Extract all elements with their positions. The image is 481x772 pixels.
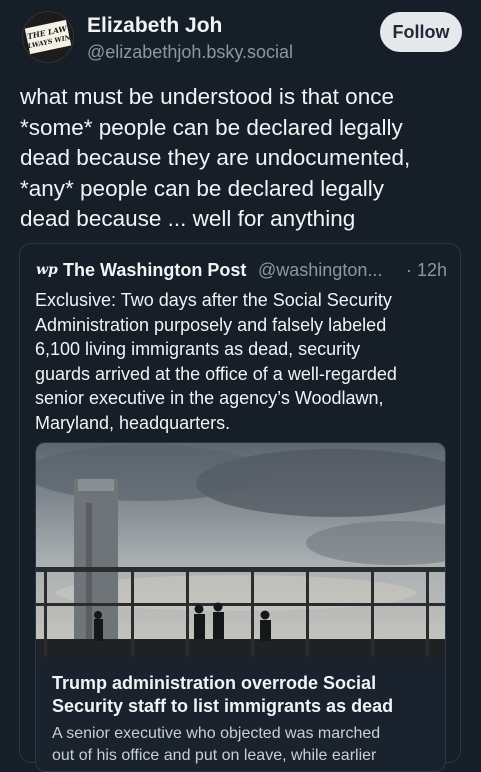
quote-author-name[interactable]: The Washington Post <box>63 260 246 281</box>
post-text-line: what must be understood is that once <box>20 84 394 109</box>
quote-post-card[interactable]: wp The Washington Post @washington... · … <box>19 243 461 772</box>
avatar-image: THE LAW ALWAYS WINS <box>23 12 73 62</box>
author-handle[interactable]: @elizabethjoh.bsky.social <box>87 42 293 63</box>
quote-header: wp The Washington Post @washington... · … <box>36 260 448 282</box>
article-image <box>36 443 445 657</box>
avatar[interactable]: THE LAW ALWAYS WINS <box>22 11 74 63</box>
quote-text-line: Exclusive: Two days after the Social Sec… <box>35 290 392 310</box>
author-name[interactable]: Elizabeth Joh <box>87 14 222 38</box>
quote-text-line: Administration purposely and falsely lab… <box>35 314 387 335</box>
link-title[interactable]: Trump administration overrode Social Sec… <box>52 672 432 718</box>
link-preview-card[interactable]: Trump administration overrode Social Sec… <box>35 442 446 772</box>
link-description-line: A senior executive who objected was marc… <box>52 725 381 742</box>
quote-text-line: Maryland, headquarters. <box>35 412 231 433</box>
follow-button[interactable]: Follow <box>380 12 462 52</box>
post-text-line: dead because they are undocumented, <box>20 145 411 170</box>
link-title-line: Security staff to list immigrants as dea… <box>52 696 394 716</box>
post-text: what must be understood is that once *so… <box>20 82 465 235</box>
quote-text: Exclusive: Two days after the Social Sec… <box>35 288 450 436</box>
link-description-line: out of his office and put on leave, whil… <box>52 747 377 764</box>
post-text-line: *any* people can be declared legally <box>20 175 385 201</box>
quote-author-handle[interactable]: @washington... <box>258 260 382 281</box>
washington-post-logo-icon: wp <box>36 262 58 278</box>
post-text-line: *some* people can be declared legally <box>20 114 403 140</box>
quote-text-line: senior executive in the agency’s Woodlaw… <box>35 388 384 409</box>
link-description: A senior executive who objected was marc… <box>52 723 432 767</box>
post-header: THE LAW ALWAYS WINS Elizabeth Joh @eliza… <box>0 0 481 70</box>
post-text-line: dead because ... well for anything <box>20 206 356 231</box>
quote-timestamp: · 12h <box>406 260 448 280</box>
link-title-line: Trump administration overrode Social <box>52 673 377 693</box>
quote-text-line: 6,100 living immigrants as dead, securit… <box>35 339 361 360</box>
quote-text-line: guards arrived at the office of a well-r… <box>35 363 397 384</box>
